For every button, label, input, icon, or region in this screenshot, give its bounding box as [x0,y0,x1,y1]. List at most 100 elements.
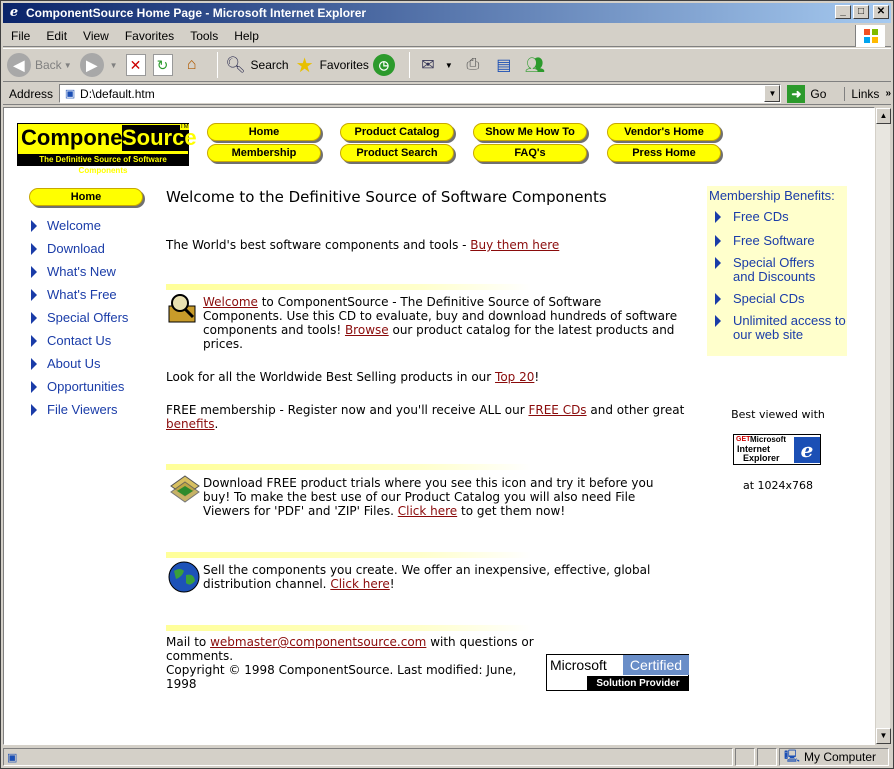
best-viewed-text: Best viewed with [731,408,825,421]
nav-faqs[interactable]: FAQ's [473,144,587,162]
browse-link[interactable]: Browse [345,323,389,337]
go-label: Go [810,86,827,101]
sidebar-item-label: File Viewers [47,402,118,417]
search-button[interactable]: 🔍︎ Search [224,53,288,77]
mail-icon: ✉ [421,57,435,74]
zone-label: My Computer [804,750,877,764]
sidebar-item-file-viewers[interactable]: File Viewers [31,398,128,421]
sidebar-home-button[interactable]: Home [29,188,143,206]
nav-home[interactable]: Home [207,123,321,141]
address-dropdown-icon[interactable]: ▼ [764,85,781,102]
scroll-down-icon[interactable]: ▼ [876,728,891,744]
vertical-scrollbar[interactable]: ▲ ▼ [875,107,891,745]
stop-button[interactable]: ✕ [125,54,149,76]
benefits-link[interactable]: benefits [166,417,215,431]
triangle-right-icon [31,380,37,393]
benefit-unlimited-access[interactable]: Unlimited access to our web site [715,314,847,342]
nav-vendors-home[interactable]: Vendor's Home [607,123,721,141]
standard-toolbar: ◀ Back ▼ ▶ ▼ ✕ ↻ ⌂ 🔍︎ Search ★ Favorites… [3,48,891,82]
favorites-label: Favorites [319,58,369,72]
menu-tools[interactable]: Tools [182,29,226,43]
file-viewers-click-here-link[interactable]: Click here [398,504,457,518]
benefit-free-software[interactable]: Free Software [715,234,815,248]
address-value[interactable]: D:\default.htm [80,87,155,101]
menu-favorites[interactable]: Favorites [117,29,182,43]
favorites-button[interactable]: ★ Favorites [293,53,369,77]
mail-button[interactable]: ✉ ▼ [416,53,457,77]
logo-word-source: Source [122,125,197,151]
sidebar-item-download[interactable]: Download [31,237,128,260]
benefit-special-offers[interactable]: Special Offers and Discounts [715,256,833,284]
sidebar-item-contact-us[interactable]: Contact Us [31,329,128,352]
refresh-button[interactable]: ↻ [152,54,176,76]
chevron-right-icon[interactable]: » [885,88,891,99]
buy-them-here-link[interactable]: Buy them here [470,238,559,252]
messenger-button[interactable]: 👥︎ [523,53,550,77]
nav-product-catalog[interactable]: Product Catalog [340,123,454,141]
scroll-up-icon[interactable]: ▲ [876,108,891,124]
ms-cert-solution-provider: Solution Provider [587,676,689,691]
minimize-button[interactable]: _ [835,5,851,19]
links-button[interactable]: Links [844,86,879,101]
sell-click-here-link[interactable]: Click here [330,577,389,591]
get-ie-badge[interactable]: GET Microsoft Internet Explorer e [733,434,821,465]
dropdown-arrow-icon[interactable]: ▼ [445,61,453,70]
address-bar: Address ▣ D:\default.htm ▼ ➜ Go Links » [3,83,891,105]
top-20-link[interactable]: Top 20 [495,370,534,384]
triangle-right-icon [31,288,37,301]
print-button[interactable]: ⎙ [461,53,488,77]
triangle-right-icon [31,403,37,416]
sidebar-item-label: Welcome [47,218,101,233]
history-button[interactable]: ◷ [372,54,399,76]
componentsource-logo[interactable]: Component Source TM The Definitive Sourc… [17,123,197,175]
toolbar-separator [216,52,218,78]
sidebar-item-welcome[interactable]: Welcome [31,214,128,237]
edit-page-icon: ▤ [496,57,512,74]
globe-icon [168,561,200,593]
sidebar-item-label: What's New [47,264,116,279]
benefit-label: Special Offers and Discounts [733,255,816,284]
close-button[interactable]: ✕ [873,5,889,19]
address-input[interactable]: ▣ D:\default.htm ▼ [59,84,782,103]
ie-badge-explorer: Explorer [743,453,780,463]
membership-benefits-box: Membership Benefits: Free CDs Free Softw… [707,186,847,356]
go-button[interactable]: ➜ Go [787,84,827,103]
sidebar-item-whats-new[interactable]: What's New [31,260,128,283]
status-bar: ▣ 🖳︎ My Computer [3,747,891,767]
back-arrow-icon: ◀ [7,53,31,77]
dropdown-arrow-icon[interactable]: ▼ [64,61,72,70]
history-icon: ◷ [372,54,395,76]
sidebar-item-about-us[interactable]: About Us [31,352,128,375]
menu-view[interactable]: View [75,29,117,43]
welcome-link[interactable]: Welcome [203,295,258,309]
menu-file[interactable]: File [3,29,38,43]
stop-icon: ✕ [125,54,146,76]
edit-button[interactable]: ▤ [492,53,519,77]
forward-button[interactable]: ▶ ▼ [79,53,122,77]
sidebar-item-special-offers[interactable]: Special Offers [31,306,128,329]
ms-cert-certified: Certified [623,655,689,675]
forward-arrow-icon: ▶ [79,53,104,77]
nav-membership[interactable]: Membership [207,144,321,162]
menu-edit[interactable]: Edit [38,29,75,43]
printer-icon: ⎙ [466,56,480,73]
benefit-free-cds[interactable]: Free CDs [715,210,789,224]
maximize-button[interactable]: □ [853,5,869,19]
sidebar-item-label: Opportunities [47,379,125,394]
benefit-special-cds[interactable]: Special CDs [715,292,805,306]
webmaster-email-link[interactable]: webmaster@componentsource.com [210,635,426,649]
sidebar-item-opportunities[interactable]: Opportunities [31,375,128,398]
menu-help[interactable]: Help [226,29,267,43]
nav-press-home[interactable]: Press Home [607,144,721,162]
free-cds-link[interactable]: FREE CDs [528,403,586,417]
sidebar-item-whats-free[interactable]: What's Free [31,283,128,306]
dropdown-arrow-icon[interactable]: ▼ [110,61,118,70]
tagline-paragraph: The World's best software components and… [166,238,686,252]
nav-product-search[interactable]: Product Search [340,144,454,162]
home-button[interactable]: ⌂ [180,53,207,77]
title-bar: e ComponentSource Home Page - Microsoft … [3,3,891,23]
triangle-right-icon [31,265,37,278]
sell-end: ! [389,577,395,591]
nav-show-me-how-to[interactable]: Show Me How To [473,123,587,141]
back-button[interactable]: ◀ Back ▼ [7,53,76,77]
